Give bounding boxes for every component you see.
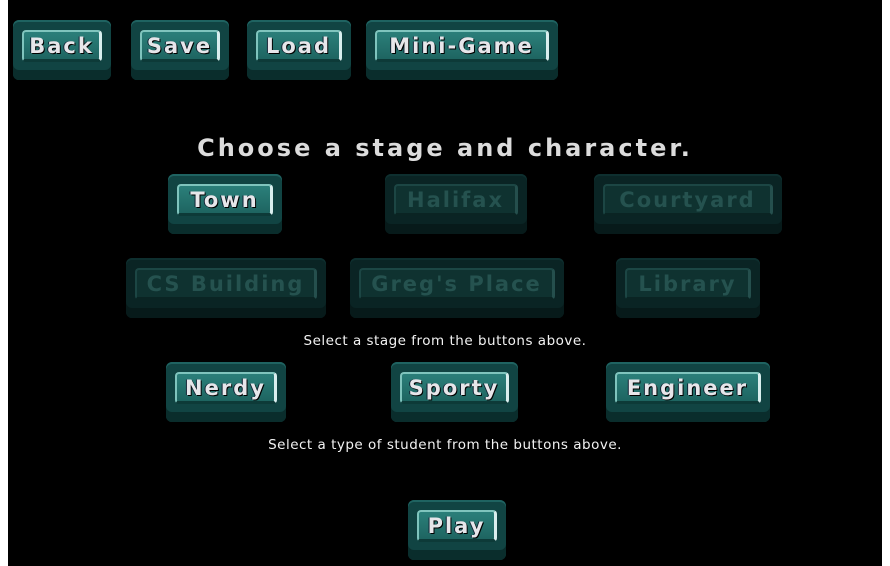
load-button-label: Load <box>265 33 331 58</box>
character-hint: Select a type of student from the button… <box>268 437 622 453</box>
load-button[interactable]: Load <box>247 20 351 80</box>
save-button-face: Save <box>140 30 220 62</box>
stage-town-label: Town <box>190 187 259 212</box>
back-button-face: Back <box>22 30 102 62</box>
stage-gregs-place-face: Greg's Place <box>359 268 555 300</box>
stage-town-button[interactable]: Town <box>168 174 282 234</box>
stage-courtyard-label: Courtyard <box>619 187 756 212</box>
stage-town-face: Town <box>177 184 273 216</box>
save-button[interactable]: Save <box>131 20 229 80</box>
character-nerdy-label: Nerdy <box>185 375 266 400</box>
character-sporty-button[interactable]: Sporty <box>391 362 518 422</box>
minigame-button[interactable]: Mini-Game <box>366 20 558 80</box>
play-button-face: Play <box>417 510 497 542</box>
load-button-face: Load <box>256 30 342 62</box>
stage-halifax-face: Halifax <box>394 184 518 216</box>
stage-library-face: Library <box>625 268 751 300</box>
stage-gregs-place-button[interactable]: Greg's Place <box>350 258 564 318</box>
stage-hint: Select a stage from the buttons above. <box>303 333 587 349</box>
stage-gregs-place-label: Greg's Place <box>371 271 542 296</box>
character-engineer-label: Engineer <box>626 375 749 400</box>
stage-cs-building-face: CS Building <box>135 268 317 300</box>
stage-courtyard-button[interactable]: Courtyard <box>594 174 782 234</box>
back-button[interactable]: Back <box>13 20 111 80</box>
game-screen: Back Save Load Mini-Game Choose a stage … <box>8 0 882 566</box>
page-title: Choose a stage and character. <box>197 134 693 162</box>
play-button-label: Play <box>427 513 486 538</box>
minigame-button-face: Mini-Game <box>375 30 549 62</box>
play-button[interactable]: Play <box>408 500 506 560</box>
character-engineer-face: Engineer <box>615 372 761 404</box>
stage-library-label: Library <box>638 271 737 296</box>
save-button-label: Save <box>146 33 213 58</box>
stage-halifax-button[interactable]: Halifax <box>385 174 527 234</box>
stage-courtyard-face: Courtyard <box>603 184 773 216</box>
stage-cs-building-button[interactable]: CS Building <box>126 258 326 318</box>
minigame-button-label: Mini-Game <box>389 33 534 58</box>
character-engineer-button[interactable]: Engineer <box>606 362 770 422</box>
character-sporty-label: Sporty <box>408 375 500 400</box>
stage-cs-building-label: CS Building <box>146 271 305 296</box>
character-nerdy-button[interactable]: Nerdy <box>166 362 286 422</box>
stage-library-button[interactable]: Library <box>616 258 760 318</box>
character-nerdy-face: Nerdy <box>175 372 277 404</box>
character-sporty-face: Sporty <box>400 372 509 404</box>
stage-halifax-label: Halifax <box>407 187 504 212</box>
back-button-label: Back <box>29 33 94 58</box>
